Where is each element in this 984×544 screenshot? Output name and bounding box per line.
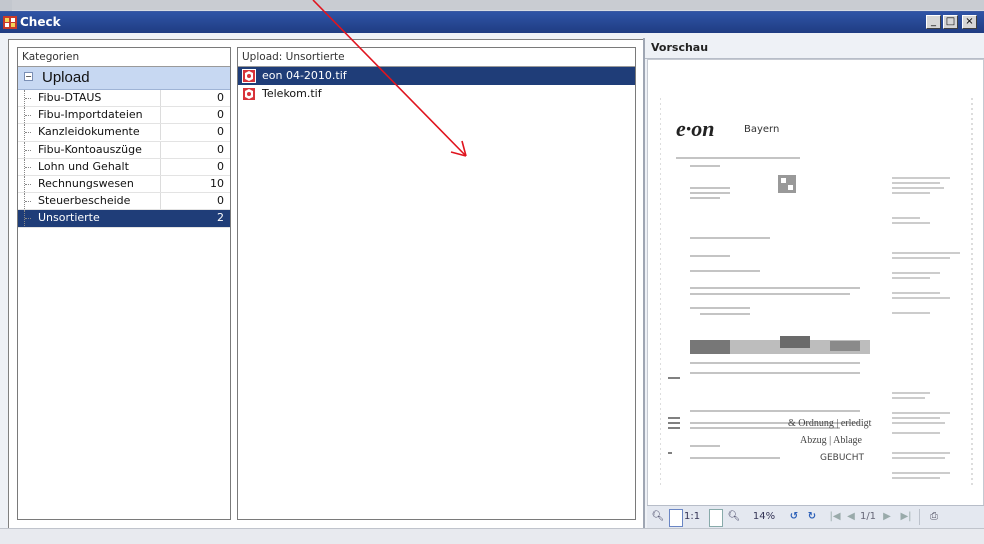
tree-line <box>25 201 31 203</box>
preview-pane: Vorschau e·on Bayern & Ordnung | erledig… <box>643 38 984 530</box>
zoom-out-icon[interactable]: 🔍︎ <box>651 509 665 525</box>
maximize-button[interactable]: □ <box>943 15 958 29</box>
main-content: Kategorien − Upload Fibu-DTAUS 0 Fibu-Im… <box>8 38 984 530</box>
tif-file-icon <box>242 69 256 83</box>
category-count: 2 <box>217 211 224 225</box>
category-item-fibu-importdateien[interactable]: Fibu-Importdateien 0 <box>18 107 230 125</box>
single-page-icon[interactable] <box>669 509 683 527</box>
tree-line <box>25 98 31 100</box>
column-separator <box>160 141 161 158</box>
file-item-eon[interactable]: eon 04-2010.tif <box>238 67 635 85</box>
column-separator <box>160 124 161 141</box>
tree-line <box>25 166 31 169</box>
tree-line <box>25 183 31 186</box>
close-icon: × <box>965 16 974 27</box>
preview-header: Vorschau <box>645 38 984 59</box>
minimize-button[interactable]: _ <box>926 15 941 29</box>
maximize-icon: □ <box>945 16 956 27</box>
category-count: 0 <box>217 91 224 104</box>
files-header: Upload: Unsortierte <box>238 48 635 67</box>
file-name: eon 04-2010.tif <box>262 69 347 82</box>
file-name: Telekom.tif <box>262 87 322 100</box>
fit-page-icon[interactable] <box>709 509 723 527</box>
handwritten-note-2: Abzug | Ablage <box>800 435 862 446</box>
column-separator <box>160 90 161 106</box>
zoom-in-icon[interactable]: 🔍︎ <box>727 509 741 525</box>
previous-page-icon[interactable]: ◀ <box>845 509 857 525</box>
zoom-level[interactable]: 14% <box>751 509 777 525</box>
tree-line <box>25 218 31 220</box>
first-page-icon[interactable]: |◀ <box>829 509 841 525</box>
rotate-left-icon[interactable]: ↺ <box>787 509 801 525</box>
category-count: 10 <box>210 176 224 190</box>
category-item-steuerbescheide[interactable]: Steuerbescheide 0 <box>18 193 230 211</box>
tree-line <box>25 149 31 152</box>
category-name: Lohn und Gehalt <box>38 159 129 173</box>
category-count: 0 <box>217 125 224 139</box>
column-separator <box>160 175 161 192</box>
titlebar[interactable]: Check _ □ × <box>0 12 984 33</box>
categories-header: Kategorien <box>18 48 230 67</box>
category-item-fibu-dtaus[interactable]: Fibu-DTAUS 0 <box>18 90 230 108</box>
toolbar-separator <box>919 509 920 525</box>
category-count: 0 <box>217 194 224 208</box>
check-window: Check _ □ × Kategorien − Upload Fibu-DTA… <box>0 11 984 544</box>
category-name: Kanzleidokumente <box>38 125 140 139</box>
rotate-right-icon[interactable]: ↻ <box>805 509 819 525</box>
tree-line <box>25 132 31 134</box>
column-separator <box>160 107 161 124</box>
window-title: Check <box>20 15 61 29</box>
category-item-fibu-kontoauszuege[interactable]: Fibu-Kontoauszüge 0 <box>18 141 230 159</box>
tree-line <box>25 115 31 117</box>
file-item-telekom[interactable]: Telekom.tif <box>238 85 635 103</box>
category-name: Fibu-DTAUS <box>38 91 102 104</box>
actual-size-button[interactable]: 1:1 <box>684 509 700 525</box>
column-separator <box>160 158 161 175</box>
app-icon <box>3 16 17 29</box>
category-item-kanzleidokumente[interactable]: Kanzleidokumente 0 <box>18 124 230 142</box>
page-indicator: 1/1 <box>859 511 877 522</box>
minimize-icon: _ <box>931 16 936 27</box>
handwritten-note-1: & Ordnung | erledigt <box>788 418 872 429</box>
categories-pane: Kategorien − Upload Fibu-DTAUS 0 Fibu-Im… <box>17 47 231 520</box>
category-name: Fibu-Kontoauszüge <box>38 142 142 156</box>
files-pane: Upload: Unsortierte eon 04-2010.tif Tele… <box>237 47 636 520</box>
status-bar <box>0 528 984 544</box>
column-separator <box>160 210 161 227</box>
preview-toolbar: 🔍︎ 1:1 🔍︎ 14% ↺ ↻ |◀ ◀ 1/1 ▶ ▶| ⎙ <box>647 505 984 528</box>
category-item-unsortierte[interactable]: Unsortierte 2 <box>18 210 230 228</box>
next-page-icon[interactable]: ▶ <box>881 509 893 525</box>
collapse-toggle-icon[interactable]: − <box>24 72 33 81</box>
category-name: Unsortierte <box>38 211 100 225</box>
category-group-upload[interactable]: − Upload <box>18 67 230 90</box>
tif-file-icon <box>243 88 255 100</box>
background-window-strip <box>0 0 984 10</box>
category-group-label: Upload <box>42 69 90 86</box>
preview-canvas[interactable]: e·on Bayern & Ordnung | erledigt Abzug |… <box>647 59 984 506</box>
category-count: 0 <box>217 108 224 122</box>
close-button[interactable]: × <box>962 15 977 29</box>
document-page: e·on Bayern & Ordnung | erledigt Abzug |… <box>660 78 974 498</box>
stamp-text: GEBUCHT <box>820 453 864 463</box>
category-name: Fibu-Importdateien <box>38 108 143 122</box>
category-item-rechnungswesen[interactable]: Rechnungswesen 10 <box>18 175 230 194</box>
category-name: Rechnungswesen <box>38 176 134 190</box>
category-name: Steuerbescheide <box>38 194 131 208</box>
column-separator <box>160 193 161 210</box>
print-icon[interactable]: ⎙ <box>927 509 941 525</box>
category-count: 0 <box>217 159 224 173</box>
last-page-icon[interactable]: ▶| <box>899 509 913 525</box>
category-item-lohn-und-gehalt[interactable]: Lohn und Gehalt 0 <box>18 158 230 176</box>
category-count: 0 <box>217 142 224 156</box>
